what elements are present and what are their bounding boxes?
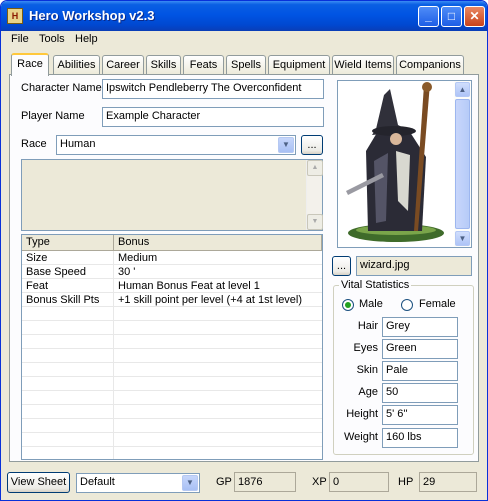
grid-cell-bonus: 30 ' xyxy=(118,266,136,278)
sheet-select-value: Default xyxy=(80,476,115,488)
character-name-field[interactable]: Ipswitch Pendleberry The Overconfident xyxy=(102,79,324,99)
height-label: Height xyxy=(346,408,378,420)
empty-row xyxy=(22,448,322,459)
tab-strip: Race Abilities Career Skills Feats Spell… xyxy=(9,53,479,76)
race-bonus-grid[interactable]: Type Bonus Size Medium Base Speed 30 ' F… xyxy=(21,234,323,460)
wizard-portrait-image xyxy=(338,81,456,247)
player-name-field[interactable]: Example Character xyxy=(102,107,324,127)
hp-label: HP xyxy=(398,476,414,488)
gp-value: 1876 xyxy=(234,472,296,492)
grid-cell-type: Base Speed xyxy=(26,266,86,278)
race-browse-button[interactable]: ... xyxy=(301,135,323,155)
character-name-label: Character Name xyxy=(21,82,102,94)
table-row[interactable]: Feat Human Bonus Feat at level 1 xyxy=(22,280,322,293)
age-field[interactable]: 50 xyxy=(382,383,458,403)
scroll-thumb[interactable] xyxy=(455,99,470,229)
empty-row xyxy=(22,378,322,391)
chevron-down-icon[interactable]: ▼ xyxy=(182,475,198,491)
tab-career[interactable]: Career xyxy=(102,55,144,75)
close-button[interactable]: ✕ xyxy=(464,6,485,27)
grid-cell-bonus: Medium xyxy=(118,252,158,264)
xp-label: XP xyxy=(312,476,327,488)
skin-label: Skin xyxy=(356,364,378,376)
tab-abilities[interactable]: Abilities xyxy=(53,55,100,75)
hp-value: 29 xyxy=(419,472,477,492)
female-label[interactable]: Female xyxy=(419,298,456,310)
table-row[interactable]: Size Medium xyxy=(22,252,322,265)
tab-race[interactable]: Race xyxy=(11,53,49,76)
portrait-browse-button[interactable]: ... xyxy=(332,256,351,276)
empty-row xyxy=(22,420,322,433)
empty-row xyxy=(22,364,322,377)
tab-wield-items[interactable]: Wield Items xyxy=(332,55,394,75)
table-row[interactable]: Bonus Skill Pts +1 skill point per level… xyxy=(22,294,322,307)
hair-label: Hair xyxy=(357,320,378,332)
empty-row xyxy=(22,392,322,405)
grid-cell-type: Size xyxy=(26,252,48,264)
race-panel: Character Name Ipswitch Pendleberry The … xyxy=(9,74,479,462)
sheet-select[interactable]: Default ▼ xyxy=(76,473,200,493)
description-scrollbar[interactable]: ▲ ▼ xyxy=(306,160,323,230)
minimize-button[interactable]: _ xyxy=(418,6,439,27)
xp-value: 0 xyxy=(329,472,389,492)
eyes-label: Eyes xyxy=(353,342,378,354)
tab-spells[interactable]: Spells xyxy=(226,55,266,75)
empty-row xyxy=(22,406,322,419)
menu-help[interactable]: Help xyxy=(75,33,98,45)
female-radio[interactable] xyxy=(401,299,413,311)
table-row[interactable]: Base Speed 30 ' xyxy=(22,266,322,279)
status-bar: View Sheet Default ▼ GP 1876 XP 0 HP 29 xyxy=(1,467,487,500)
maximize-button[interactable]: □ xyxy=(441,6,462,27)
app-scroll-icon[interactable]: H xyxy=(7,8,23,24)
portrait-filename-field[interactable]: wizard.jpg xyxy=(356,256,472,276)
male-radio[interactable] xyxy=(342,299,354,311)
scroll-down-icon[interactable]: ▼ xyxy=(455,231,470,246)
player-name-label: Player Name xyxy=(21,110,85,122)
tab-companions[interactable]: Companions xyxy=(396,55,464,75)
scroll-up-icon[interactable]: ▲ xyxy=(455,82,470,97)
vital-statistics-legend: Vital Statistics xyxy=(339,279,412,291)
tab-feats[interactable]: Feats xyxy=(183,55,224,75)
tab-equipment[interactable]: Equipment xyxy=(268,55,330,75)
grid-cell-type: Bonus Skill Pts xyxy=(26,294,100,306)
race-description-box[interactable]: ▲ ▼ xyxy=(21,159,323,231)
empty-row xyxy=(22,434,322,447)
empty-row xyxy=(22,308,322,321)
eyes-field[interactable]: Green xyxy=(382,339,458,359)
gp-label: GP xyxy=(216,476,232,488)
age-label: Age xyxy=(358,386,378,398)
character-portrait[interactable]: ▲ ▼ xyxy=(337,80,472,248)
title-bar[interactable]: H Hero Workshop v2.3 _ □ ✕ xyxy=(1,1,487,31)
grid-cell-bonus: Human Bonus Feat at level 1 xyxy=(118,280,260,292)
vital-statistics-group: Vital Statistics Male Female Hair Grey E… xyxy=(333,279,474,455)
scroll-up-icon[interactable]: ▲ xyxy=(307,160,323,176)
chevron-down-icon[interactable]: ▼ xyxy=(278,137,294,153)
empty-row xyxy=(22,350,322,363)
view-sheet-button[interactable]: View Sheet xyxy=(7,472,70,493)
skin-field[interactable]: Pale xyxy=(382,361,458,381)
empty-row xyxy=(22,322,322,335)
menu-bar: File Tools Help xyxy=(1,31,487,49)
grid-cell-bonus: +1 skill point per level (+4 at 1st leve… xyxy=(118,294,303,306)
empty-row xyxy=(22,336,322,349)
grid-cell-type: Feat xyxy=(26,280,49,292)
race-select-value: Human xyxy=(60,138,96,150)
scroll-down-icon[interactable]: ▼ xyxy=(307,214,323,230)
column-header-bonus[interactable]: Bonus xyxy=(114,235,322,251)
race-label: Race xyxy=(21,138,47,150)
portrait-scrollbar[interactable]: ▲ ▼ xyxy=(454,81,471,247)
height-field[interactable]: 5' 6'' xyxy=(382,405,458,425)
menu-file[interactable]: File xyxy=(11,33,29,45)
weight-field[interactable]: 160 lbs xyxy=(382,428,458,448)
weight-label: Weight xyxy=(343,431,378,443)
race-select[interactable]: Human ▼ xyxy=(56,135,296,155)
window-title: Hero Workshop v2.3 xyxy=(29,8,155,23)
column-header-type[interactable]: Type xyxy=(22,235,114,251)
tab-skills[interactable]: Skills xyxy=(146,55,181,75)
menu-tools[interactable]: Tools xyxy=(39,33,65,45)
app-window: H Hero Workshop v2.3 _ □ ✕ File Tools He… xyxy=(0,0,488,501)
male-label[interactable]: Male xyxy=(359,298,383,310)
hair-field[interactable]: Grey xyxy=(382,317,458,337)
